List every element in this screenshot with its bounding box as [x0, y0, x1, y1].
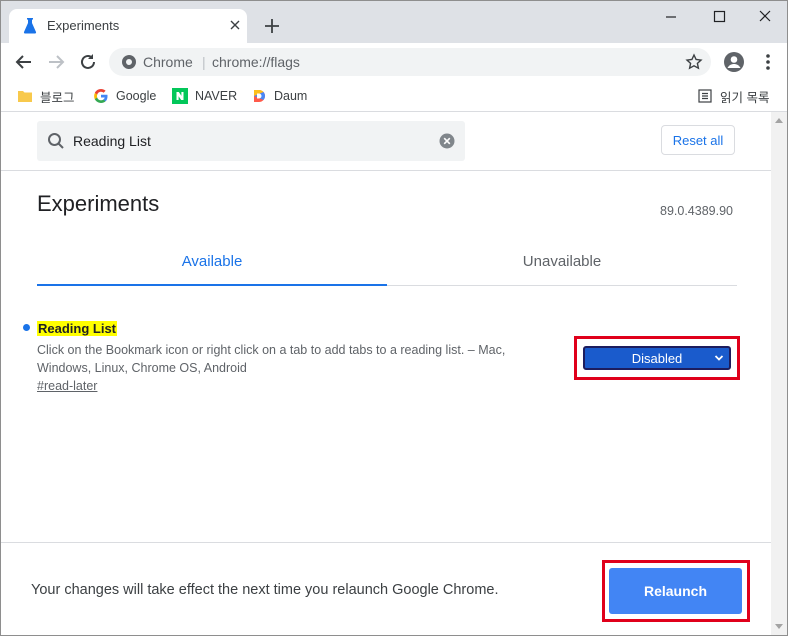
naver-icon: [172, 88, 188, 104]
scroll-down-arrow-icon[interactable]: [775, 624, 783, 629]
search-icon: [48, 133, 64, 149]
reload-icon[interactable]: [77, 51, 99, 73]
relaunch-message: Your changes will take effect the next t…: [31, 582, 499, 598]
menu-kebab-icon[interactable]: [757, 51, 779, 73]
bookmark-label: 블로그: [40, 90, 75, 105]
tab-unavailable[interactable]: Unavailable: [387, 238, 737, 284]
flags-page: Reset all Experiments 89.0.4389.90 Avail…: [1, 112, 771, 635]
close-tab-icon[interactable]: [227, 17, 243, 33]
site-label: Chrome: [143, 54, 193, 70]
scrollbar[interactable]: [771, 112, 787, 635]
bookmark-item-google[interactable]: Google: [93, 86, 156, 106]
browser-tab[interactable]: Experiments: [9, 9, 247, 43]
reading-list-button[interactable]: 읽기 목록: [697, 86, 769, 106]
clear-search-icon[interactable]: [439, 133, 455, 149]
chevron-down-icon: [714, 355, 724, 361]
profile-icon[interactable]: [723, 51, 745, 73]
bookmark-label: Google: [116, 89, 157, 103]
url-text: chrome://flags: [212, 54, 300, 70]
bookmark-item-naver[interactable]: NAVER: [172, 86, 237, 106]
bookmark-label: NAVER: [195, 89, 238, 103]
version-label: 89.0.4389.90: [660, 204, 733, 218]
flag-title: Reading List: [37, 321, 118, 336]
bookmark-item-daum[interactable]: Daum: [251, 86, 307, 106]
select-value: Disabled: [631, 350, 683, 366]
window-close-icon[interactable]: [753, 7, 777, 27]
search-input[interactable]: [73, 131, 413, 151]
tab-strip: Experiments: [1, 1, 787, 43]
flags-tabs: Available Unavailable: [37, 238, 737, 286]
flag-description: Click on the Bookmark icon or right clic…: [37, 343, 506, 375]
browser-window: Experiments Chrome | chrome://flags 블로그 …: [0, 0, 788, 636]
forward-icon[interactable]: [45, 51, 67, 73]
maximize-icon[interactable]: [707, 7, 731, 27]
minimize-icon[interactable]: [659, 7, 683, 27]
bookmark-item-blog[interactable]: 블로그: [17, 86, 75, 106]
flag-permalink[interactable]: #read-later: [37, 379, 97, 393]
relaunch-button[interactable]: Relaunch: [609, 568, 742, 614]
flask-icon: [23, 18, 37, 34]
chrome-site-icon: [122, 55, 136, 69]
address-bar[interactable]: Chrome | chrome://flags: [109, 48, 711, 76]
google-icon: [94, 89, 108, 103]
folder-icon: [18, 91, 32, 102]
bookmark-label: Daum: [274, 89, 308, 103]
reset-all-button[interactable]: Reset all: [661, 125, 735, 155]
search-header: Reset all: [1, 112, 771, 171]
bookmark-star-icon[interactable]: [685, 53, 703, 71]
url-separator: |: [202, 54, 206, 70]
search-box: [37, 121, 465, 161]
bookmarks-bar: 블로그 Google NAVER Daum 읽기 목록: [1, 81, 787, 112]
daum-icon: [254, 89, 266, 102]
relaunch-footer: Your changes will take effect the next t…: [1, 542, 771, 635]
scroll-up-arrow-icon[interactable]: [775, 118, 783, 123]
reading-list-icon: [698, 89, 712, 103]
reading-list-label: 읽기 목록: [720, 90, 770, 105]
back-icon[interactable]: [13, 51, 35, 73]
browser-toolbar: Chrome | chrome://flags: [1, 43, 787, 81]
modified-indicator: [23, 324, 30, 331]
new-tab-icon[interactable]: [263, 17, 281, 35]
tab-title: Experiments: [47, 18, 120, 33]
page-title: Experiments: [37, 191, 160, 216]
tab-available[interactable]: Available: [37, 238, 387, 286]
flag-state-select[interactable]: Disabled: [583, 346, 731, 370]
